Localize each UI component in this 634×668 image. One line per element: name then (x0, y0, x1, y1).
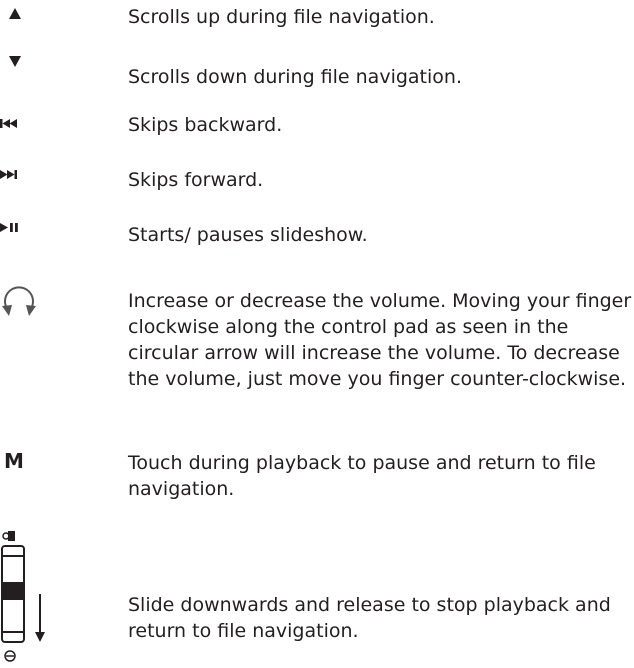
control-description: Starts/ pauses slideshow. (128, 224, 368, 246)
hold-slider-icon (1, 531, 45, 662)
control-row-hold-slider: Slide downwards and release to stop play… (0, 528, 634, 668)
control-description: Slide downwards and release to stop play… (128, 594, 611, 642)
control-row-skip-backward: Skips backward. (0, 112, 634, 142)
control-row-scroll-down: Scrolls down during file navigation. (0, 56, 634, 96)
scroll-up-icon (9, 8, 21, 19)
skip-backward-icon (0, 119, 17, 128)
control-description: Increase or decrease the volume. Moving … (128, 290, 632, 390)
control-row-menu: M Touch during playback to pause and ret… (0, 448, 634, 508)
play-pause-icon (0, 223, 18, 232)
circular-arrow-icon (2, 286, 36, 316)
scroll-down-icon (9, 56, 21, 67)
skip-forward-icon (0, 170, 17, 179)
control-description: Scrolls down during file navigation. (128, 66, 462, 88)
control-row-volume: Increase or decrease the volume. Moving … (0, 286, 634, 416)
control-description: Skips forward. (128, 169, 264, 191)
control-description: Touch during playback to pause and retur… (128, 452, 596, 500)
control-description: Skips backward. (128, 114, 283, 136)
control-row-play-pause: Starts/ pauses slideshow. (0, 216, 634, 246)
control-row-skip-forward: Skips forward. (0, 163, 634, 193)
menu-m-icon: M (4, 449, 24, 473)
control-row-scroll-up: Scrolls up during file navigation. (0, 4, 634, 34)
control-description: Scrolls up during file navigation. (128, 6, 435, 28)
